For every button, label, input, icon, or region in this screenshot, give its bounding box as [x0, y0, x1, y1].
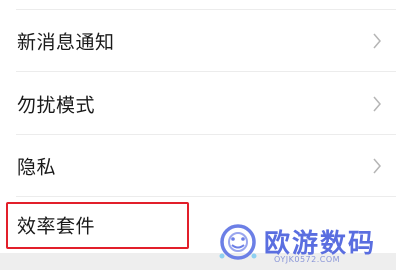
chevron-right-icon [373, 33, 381, 49]
chevron-right-icon [373, 96, 381, 112]
settings-item-label: 勿扰模式 [17, 94, 96, 117]
settings-page: 新消息通知 勿扰模式 隐私 效率套件 欧游数码 OYJK0572.COM [0, 0, 396, 270]
settings-item-do-not-disturb[interactable]: 勿扰模式 [0, 73, 396, 135]
settings-item-privacy[interactable]: 隐私 [0, 135, 396, 197]
settings-item-label: 隐私 [17, 156, 57, 179]
highlight-box [6, 202, 189, 249]
settings-item-label: 新消息通知 [17, 31, 115, 54]
settings-item-new-message-notification[interactable]: 新消息通知 [0, 10, 396, 72]
watermark-logo-icon [219, 224, 257, 260]
divider [16, 71, 396, 72]
chevron-right-icon [373, 158, 381, 174]
watermark: 欧游数码 OYJK0572.COM [214, 218, 392, 268]
watermark-url: OYJK0572.COM [274, 255, 341, 264]
